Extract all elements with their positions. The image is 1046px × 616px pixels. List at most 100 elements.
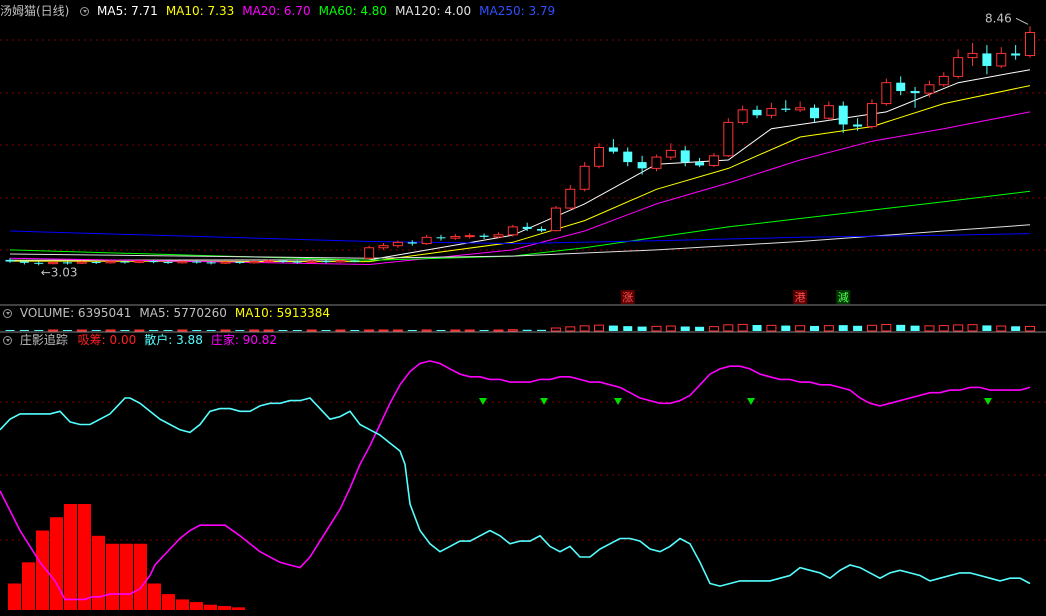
candle-body-17 (249, 261, 260, 264)
candle-body-1 (19, 261, 29, 263)
candle-body-4 (62, 262, 72, 264)
candle-body-2 (34, 262, 44, 264)
volume-dropdown-icon[interactable] (3, 309, 12, 318)
volume-bar-19 (278, 330, 288, 331)
candle-body-8 (120, 261, 130, 263)
ma120-line (9, 224, 1031, 259)
ma-label-3: MA60: 4.80 (318, 4, 388, 18)
volume-bar-17 (249, 329, 260, 332)
indicator-label-2: 庄家: 90.82 (210, 333, 278, 347)
absorb-bar-10 (148, 583, 161, 610)
ma-label-0: MA5: 7.71 (97, 4, 158, 18)
volume-bar-44 (637, 326, 647, 331)
volume-bar-8 (120, 330, 130, 331)
ma250-line (9, 230, 1031, 245)
volume-bar-60 (866, 324, 877, 332)
volume-bar-23 (335, 329, 346, 332)
absorb-bar-4 (64, 504, 77, 610)
event-tag-0: 涨 (622, 291, 633, 304)
candle-body-51 (737, 109, 748, 123)
candle-body-10 (149, 261, 159, 263)
absorb-bar-11 (162, 594, 175, 610)
indicator-legend: 庄影追踪 吸筹: 0.00 散户: 3.88 庄家: 90.82 (0, 332, 293, 348)
volume-bar-54 (781, 325, 791, 331)
volume-bar-18 (263, 329, 274, 332)
volume-label-1: MA5: 5770260 (139, 306, 227, 320)
indicator-title: 庄影追踪 (19, 333, 68, 347)
volume-bar-32 (464, 329, 475, 332)
panel-dropdown-icon[interactable] (80, 7, 90, 16)
candle-body-0 (5, 259, 15, 262)
absorb-bar-6 (92, 535, 105, 610)
candle-body-26 (378, 245, 389, 249)
volume-bar-68 (982, 325, 992, 331)
volume-bar-50 (723, 324, 734, 332)
volume-bar-20 (292, 330, 302, 331)
volume-bar-49 (708, 326, 719, 332)
volume-bar-41 (594, 324, 605, 332)
volume-bar-43 (623, 326, 633, 331)
candle-body-42 (608, 147, 618, 152)
candle-body-53 (766, 108, 777, 116)
volume-bar-58 (838, 325, 848, 331)
volume-bar-31 (450, 329, 461, 332)
volume-bar-39 (565, 326, 576, 332)
volume-bar-69 (996, 325, 1007, 332)
candle-body-49 (708, 155, 719, 166)
candle-body-24 (350, 260, 360, 262)
ma-label-4: MA120: 4.00 (395, 4, 472, 18)
absorb-bar-7 (106, 543, 119, 610)
candle-body-52 (752, 109, 762, 116)
candle-body-46 (665, 149, 676, 158)
candle-body-45 (651, 156, 662, 169)
volume-bar-11 (163, 330, 173, 331)
candle-body-35 (507, 226, 518, 236)
candle-body-60 (866, 103, 877, 128)
ma-label-5: MA250: 3.79 (479, 4, 556, 18)
candle-body-28 (407, 242, 417, 244)
volume-label-2: MA10: 5913384 (234, 306, 331, 320)
candle-body-5 (76, 261, 87, 264)
volume-bar-51 (737, 323, 748, 332)
volume-bar-4 (62, 330, 72, 331)
absorb-bar-3 (50, 517, 63, 610)
candle-body-25 (364, 247, 375, 259)
volume-bar-47 (680, 326, 690, 331)
volume-bar-64 (924, 325, 935, 332)
event-tag-1: 港 (795, 291, 806, 304)
candle-body-33 (479, 235, 489, 237)
candle-body-50 (723, 121, 734, 157)
candle-body-27 (392, 241, 403, 247)
volume-bar-46 (665, 325, 676, 332)
stock-title: 汤姆猫(日线) (0, 4, 70, 18)
volume-bar-14 (206, 330, 216, 331)
volume-bar-1 (19, 330, 29, 331)
volume-bar-2 (34, 330, 44, 331)
absorb-bar-12 (176, 599, 189, 610)
candle-body-3 (48, 261, 59, 265)
high-price-label: 8.46 (985, 11, 1012, 25)
volume-bar-30 (436, 330, 446, 331)
indicator-dropdown-icon[interactable] (3, 336, 12, 345)
absorb-bar-16 (232, 607, 245, 610)
candle-body-70 (1011, 53, 1021, 56)
signal-marker-3 (747, 398, 755, 405)
volume-bar-34 (493, 329, 504, 332)
indicator-label-1: 散户: 3.88 (144, 333, 203, 347)
ma5-line (9, 69, 1031, 261)
volume-bar-65 (938, 325, 949, 332)
candle-body-6 (91, 261, 101, 263)
volume-bar-63 (910, 325, 920, 331)
absorb-bar-15 (218, 606, 231, 610)
volume-bar-66 (953, 324, 964, 332)
volume-bar-27 (392, 329, 403, 332)
candle-body-13 (192, 261, 202, 263)
volume-bar-33 (479, 330, 489, 331)
candle-body-61 (881, 82, 892, 105)
volume-bar-25 (364, 329, 375, 332)
candle-body-29 (421, 236, 432, 245)
ma-label-2: MA20: 6.70 (242, 4, 311, 18)
candle-body-66 (953, 57, 964, 77)
banker-line (0, 360, 1031, 601)
candle-body-68 (982, 53, 992, 66)
